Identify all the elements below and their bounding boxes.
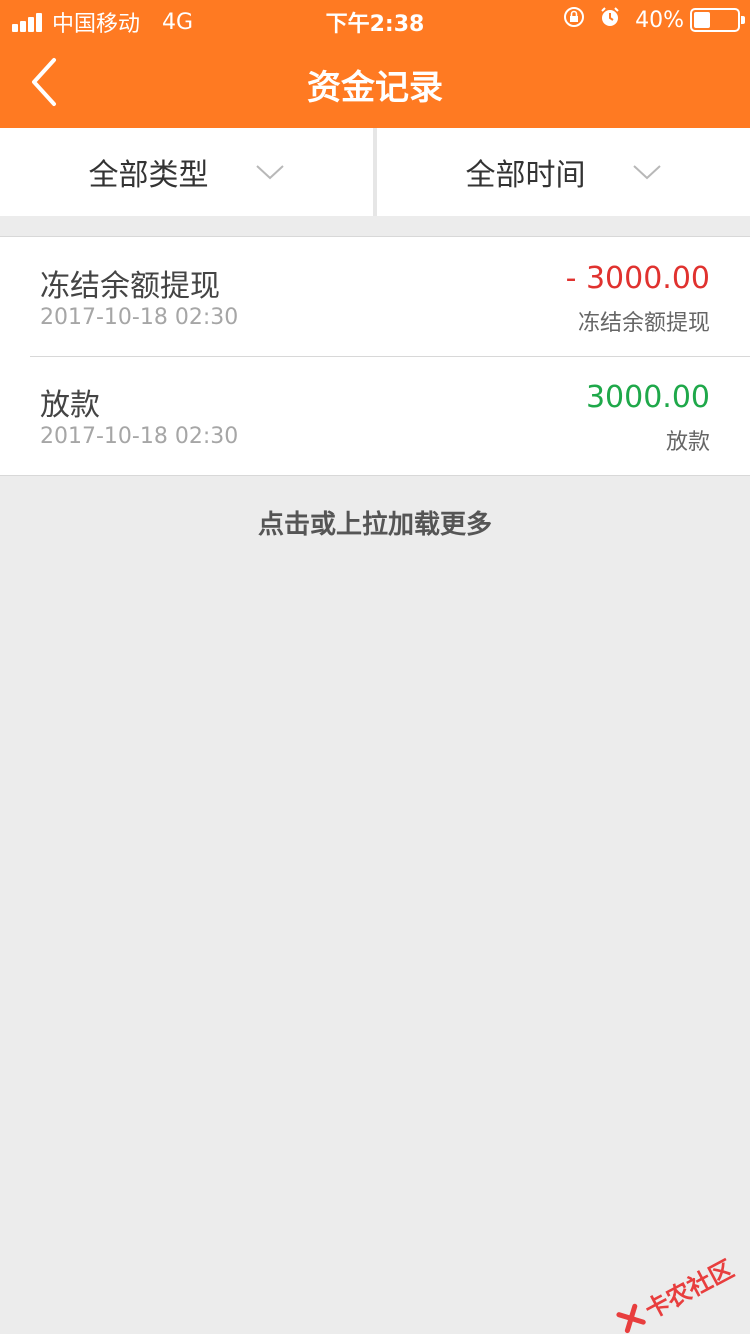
record-amount: 3000.00 (585, 380, 710, 415)
record-title: 冻结余额提现 (40, 269, 220, 304)
type-filter-dropdown[interactable]: 全部类型 (0, 128, 373, 216)
watermark-text: 卡农社区 (640, 1254, 739, 1325)
page-title: 资金记录 (307, 68, 443, 108)
record-list: 冻结余额提现 2017-10-18 02:30 - 3000.00 冻结余额提现… (0, 236, 750, 476)
chevron-down-icon (255, 165, 284, 180)
chevron-down-icon (632, 165, 661, 180)
filter-bar: 全部类型 全部时间 (0, 128, 750, 216)
status-bar: 中国移动 4G 下午2:38 40% (0, 0, 750, 40)
battery-percent: 40% (635, 7, 684, 33)
status-right: 40% (563, 6, 745, 34)
rotation-lock-icon (563, 6, 585, 34)
time-filter-label: 全部时间 (465, 158, 586, 193)
list-item[interactable]: 冻结余额提现 2017-10-18 02:30 - 3000.00 冻结余额提现 (0, 237, 750, 356)
record-type: 冻结余额提现 (577, 311, 710, 336)
record-title: 放款 (40, 388, 100, 423)
load-more-button[interactable]: 点击或上拉加载更多 (0, 504, 750, 541)
alarm-icon (599, 6, 621, 34)
record-type: 放款 (665, 430, 710, 455)
list-item[interactable]: 放款 2017-10-18 02:30 3000.00 放款 (0, 356, 750, 475)
nav-bar: 资金记录 (0, 40, 750, 128)
record-time: 2017-10-18 02:30 (40, 424, 239, 449)
time-filter-dropdown[interactable]: 全部时间 (377, 128, 750, 216)
record-amount: - 3000.00 (565, 261, 710, 296)
battery-icon (690, 8, 745, 32)
top-bar: 中国移动 4G 下午2:38 40% 资金记录 (0, 0, 750, 128)
record-time: 2017-10-18 02:30 (40, 305, 239, 330)
watermark: 卡农社区 (611, 1249, 739, 1334)
type-filter-label: 全部类型 (88, 158, 209, 193)
